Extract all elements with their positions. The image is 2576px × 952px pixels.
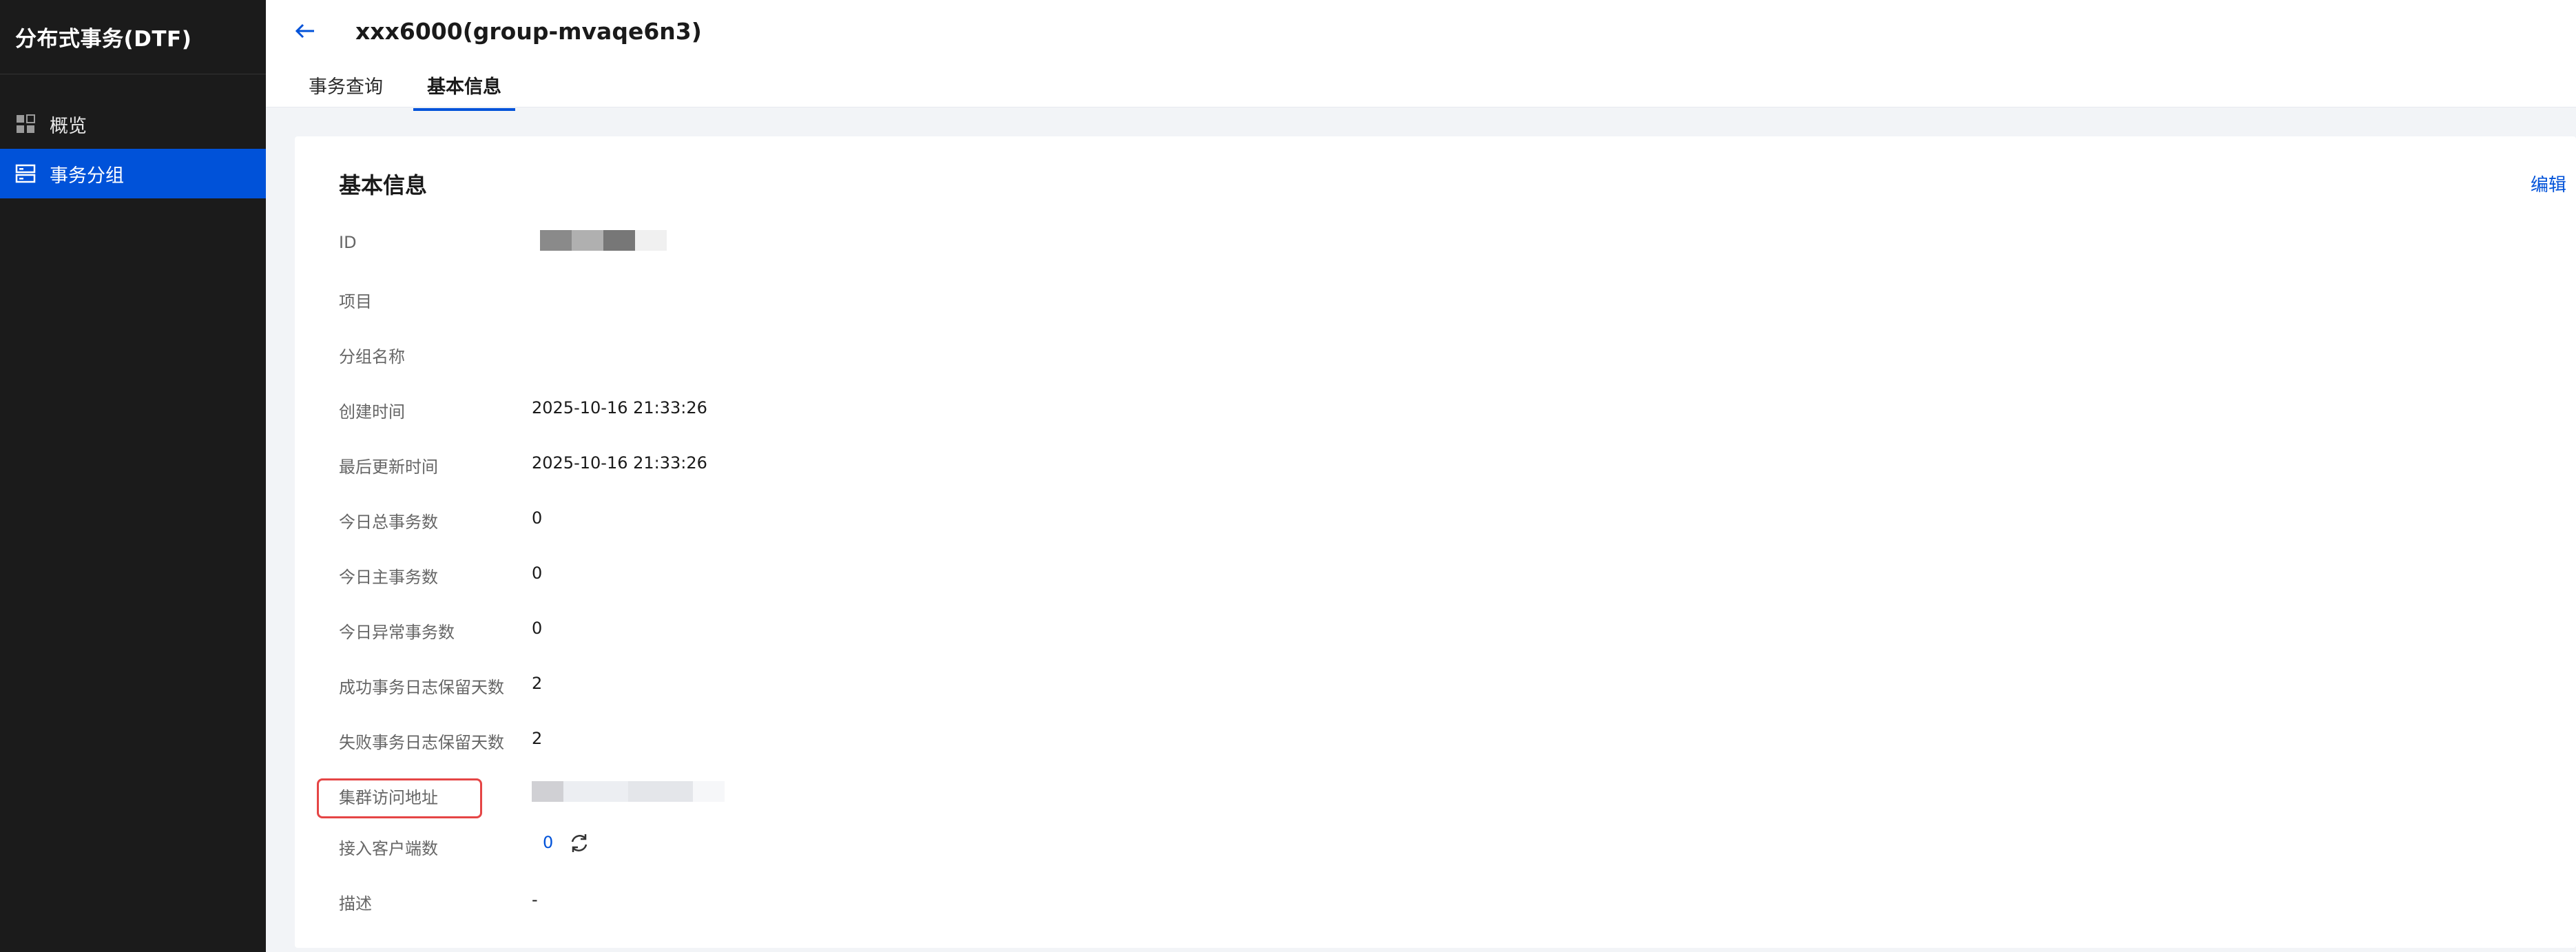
tab-basic-info[interactable]: 基本信息 — [413, 72, 515, 111]
row-label: 创建时间 — [339, 402, 405, 422]
row-value: 2025-10-16 21:33:26 — [532, 453, 707, 473]
sidebar-item-overview[interactable]: 概览 — [0, 99, 266, 149]
edit-button[interactable]: 编辑 — [2531, 171, 2566, 196]
cluster-address-redacted — [532, 781, 725, 802]
row-value: 2025-10-16 21:33:26 — [532, 398, 707, 417]
page-title: xxx6000(group-mvaqe6n3) — [355, 18, 702, 45]
row-label: 失败事务日志保留天数 — [339, 733, 504, 752]
row-value: 2 — [532, 729, 543, 748]
list-icon — [15, 163, 36, 184]
row-value: 2 — [532, 674, 543, 693]
row-label: 描述 — [339, 894, 372, 913]
row-label: 项目 — [339, 292, 372, 311]
id-value-redacted — [540, 230, 667, 251]
row-label: 最后更新时间 — [339, 457, 438, 477]
sidebar-item-label: 概览 — [50, 115, 87, 137]
row-value: 0 — [532, 563, 543, 583]
page-header: xxx6000(group-mvaqe6n3) 事务查询 基本信息 — [266, 0, 2576, 111]
row-label: 接入客户端数 — [339, 839, 438, 858]
row-value: 0 — [532, 619, 543, 638]
row-value: - — [532, 890, 538, 909]
sidebar: 分布式事务(DTF) 概览 事务分组 — [0, 0, 266, 952]
row-label: 成功事务日志保留天数 — [339, 678, 504, 697]
row-label: 今日主事务数 — [339, 568, 438, 587]
basic-info-card: 基本信息 编辑 ID 项目 分组名称 创建时间 2025-10-16 21:33… — [295, 136, 2576, 948]
sidebar-item-transaction-groups[interactable]: 事务分组 — [0, 149, 266, 198]
app-root: 分布式事务(DTF) 概览 事务分组 xxx6000(group-mvaqe6n… — [0, 0, 2576, 952]
refresh-icon[interactable] — [568, 832, 590, 854]
row-value: 0 — [532, 508, 543, 528]
tab-bar: 事务查询 基本信息 — [309, 72, 515, 111]
grid-icon — [15, 114, 36, 134]
row-label: 集群访问地址 — [339, 788, 438, 807]
tab-transaction-query[interactable]: 事务查询 — [309, 72, 383, 110]
sidebar-brand: 分布式事务(DTF) — [0, 0, 266, 74]
row-label: 分组名称 — [339, 347, 405, 366]
row-label: ID — [339, 233, 357, 252]
client-count-link[interactable]: 0 — [543, 833, 553, 852]
row-label: 今日总事务数 — [339, 513, 438, 532]
sidebar-menu: 概览 事务分组 — [0, 74, 266, 198]
row-label: 今日异常事务数 — [339, 623, 455, 642]
back-arrow-icon[interactable] — [293, 19, 321, 47]
sidebar-item-label: 事务分组 — [50, 165, 124, 187]
card-title: 基本信息 — [339, 172, 428, 198]
client-count-value: 0 — [543, 832, 590, 854]
